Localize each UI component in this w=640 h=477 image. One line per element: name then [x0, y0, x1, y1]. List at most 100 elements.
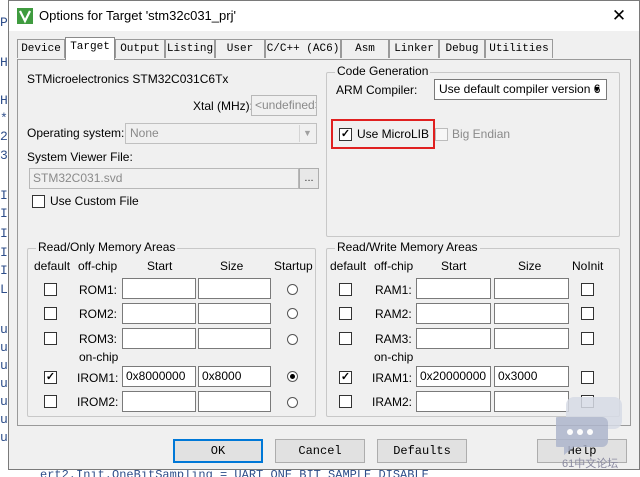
irom1-start-field[interactable]: 0x8000000 — [122, 366, 196, 387]
ro-memory-title: Read/Only Memory Areas — [36, 240, 178, 254]
iram1-label: IRAM1: — [372, 371, 413, 385]
ram3-default-checkbox[interactable] — [339, 332, 352, 345]
ro-header-start: Start — [147, 259, 173, 273]
use-custom-file-checkbox[interactable] — [32, 195, 45, 208]
arm-compiler-value: Use default compiler version 6 — [439, 82, 601, 96]
rom3-size-field[interactable] — [198, 328, 271, 349]
tab-device[interactable]: Device — [17, 39, 65, 58]
rw-header-default: default — [330, 259, 367, 273]
ram1-size-field[interactable] — [494, 278, 569, 299]
rom3-start-field[interactable] — [122, 328, 196, 349]
code-generation-title: Code Generation — [335, 64, 431, 78]
tab-listing[interactable]: Listing — [165, 39, 215, 58]
iram1-noinit-checkbox[interactable] — [581, 371, 594, 384]
os-label: Operating system: — [27, 126, 125, 140]
ram2-size-field[interactable] — [494, 303, 569, 324]
use-microlib-checkbox[interactable]: ✓ — [339, 128, 352, 141]
arm-compiler-select[interactable]: Use default compiler version 6 ▼ — [434, 79, 607, 100]
rom2-start-field[interactable] — [122, 303, 196, 324]
close-icon[interactable]: ✕ — [607, 4, 631, 28]
title-bar[interactable]: Options for Target 'stm32c031_prj' ✕ — [9, 1, 639, 31]
rom3-default-checkbox[interactable] — [44, 332, 57, 345]
ro-header-size: Size — [220, 259, 244, 273]
irom2-size-field[interactable] — [198, 391, 271, 412]
ram3-start-field[interactable] — [416, 328, 491, 349]
tab-target[interactable]: Target — [65, 37, 115, 60]
irom1-label: IROM1: — [77, 371, 119, 385]
ram2-label: RAM2: — [375, 307, 412, 321]
tab-cpp[interactable]: C/C++ (AC6) — [265, 39, 341, 58]
rom1-default-checkbox[interactable] — [44, 283, 57, 296]
ram2-noinit-checkbox[interactable] — [581, 307, 594, 320]
rom2-default-checkbox[interactable] — [44, 307, 57, 320]
iram1-default-checkbox[interactable]: ✓ — [339, 371, 352, 384]
rom3-label: ROM3: — [79, 332, 118, 346]
rom1-startup-radio[interactable] — [287, 284, 298, 295]
cancel-button[interactable]: Cancel — [275, 439, 365, 463]
use-custom-file-label: Use Custom File — [50, 194, 139, 208]
svd-browse-button[interactable]: ... — [299, 168, 319, 189]
rw-memory-title: Read/Write Memory Areas — [335, 240, 480, 254]
ro-header-startup: Startup — [274, 259, 313, 273]
options-dialog: Options for Target 'stm32c031_prj' ✕ Dev… — [8, 0, 640, 470]
keil-logo-icon — [17, 8, 33, 24]
os-select-value: None — [130, 126, 159, 140]
rw-header-noinit: NoInit — [572, 259, 604, 273]
irom2-startup-radio[interactable] — [287, 397, 298, 408]
irom1-size-field[interactable]: 0x8000 — [198, 366, 271, 387]
device-name: STMicroelectronics STM32C031C6Tx — [27, 72, 229, 86]
ram3-noinit-checkbox[interactable] — [581, 332, 594, 345]
defaults-button[interactable]: Defaults — [377, 439, 467, 463]
os-select[interactable]: None ▼ — [125, 123, 317, 144]
ram2-default-checkbox[interactable] — [339, 307, 352, 320]
ro-onchip-label: on-chip — [79, 350, 119, 364]
ro-header-default: default — [34, 259, 71, 273]
rom2-startup-radio[interactable] — [287, 308, 298, 319]
ro-header-offchip: off-chip — [78, 259, 118, 273]
rw-header-size: Size — [518, 259, 542, 273]
iram2-label: IRAM2: — [372, 395, 413, 409]
ok-button[interactable]: OK — [173, 439, 263, 463]
iram1-start-field[interactable]: 0x20000000 — [416, 366, 491, 387]
ram3-size-field[interactable] — [494, 328, 569, 349]
iram2-default-checkbox[interactable] — [339, 395, 352, 408]
tab-linker[interactable]: Linker — [389, 39, 439, 58]
ram3-label: RAM3: — [375, 332, 412, 346]
forum-watermark-icon — [556, 397, 622, 455]
svd-field[interactable]: STM32C031.svd — [29, 168, 299, 189]
irom2-default-checkbox[interactable] — [44, 395, 57, 408]
arm-compiler-label: ARM Compiler: — [336, 83, 418, 97]
rom1-label: ROM1: — [79, 283, 118, 297]
tab-user[interactable]: User — [215, 39, 265, 58]
tab-debug[interactable]: Debug — [439, 39, 485, 58]
big-endian-label: Big Endian — [452, 127, 511, 141]
rom2-size-field[interactable] — [198, 303, 271, 324]
iram2-start-field[interactable] — [416, 391, 491, 412]
window-title: Options for Target 'stm32c031_prj' — [39, 8, 236, 23]
ram1-start-field[interactable] — [416, 278, 491, 299]
svd-label: System Viewer File: — [27, 150, 133, 164]
ram2-start-field[interactable] — [416, 303, 491, 324]
use-microlib-label: Use MicroLIB — [357, 127, 430, 141]
tab-output[interactable]: Output — [115, 39, 165, 58]
irom1-default-checkbox[interactable]: ✓ — [44, 371, 57, 384]
rom1-start-field[interactable] — [122, 278, 196, 299]
big-endian-checkbox[interactable] — [435, 128, 448, 141]
watermark-text: 61中文论坛 — [562, 458, 619, 470]
rw-header-start: Start — [441, 259, 467, 273]
tab-asm[interactable]: Asm — [341, 39, 389, 58]
tab-utilities[interactable]: Utilities — [485, 39, 553, 58]
rom3-startup-radio[interactable] — [287, 334, 298, 345]
rom1-size-field[interactable] — [198, 278, 271, 299]
ram1-noinit-checkbox[interactable] — [581, 283, 594, 296]
rw-header-offchip: off-chip — [374, 259, 414, 273]
irom2-start-field[interactable] — [122, 391, 196, 412]
iram1-size-field[interactable]: 0x3000 — [494, 366, 569, 387]
ram1-label: RAM1: — [375, 283, 412, 297]
irom1-startup-radio[interactable] — [287, 371, 298, 382]
xtal-field[interactable]: <undefined> — [251, 95, 317, 116]
ram1-default-checkbox[interactable] — [339, 283, 352, 296]
xtal-label: Xtal (MHz): — [193, 99, 253, 113]
chevron-down-icon: ▼ — [592, 84, 602, 94]
rw-onchip-label: on-chip — [374, 350, 414, 364]
